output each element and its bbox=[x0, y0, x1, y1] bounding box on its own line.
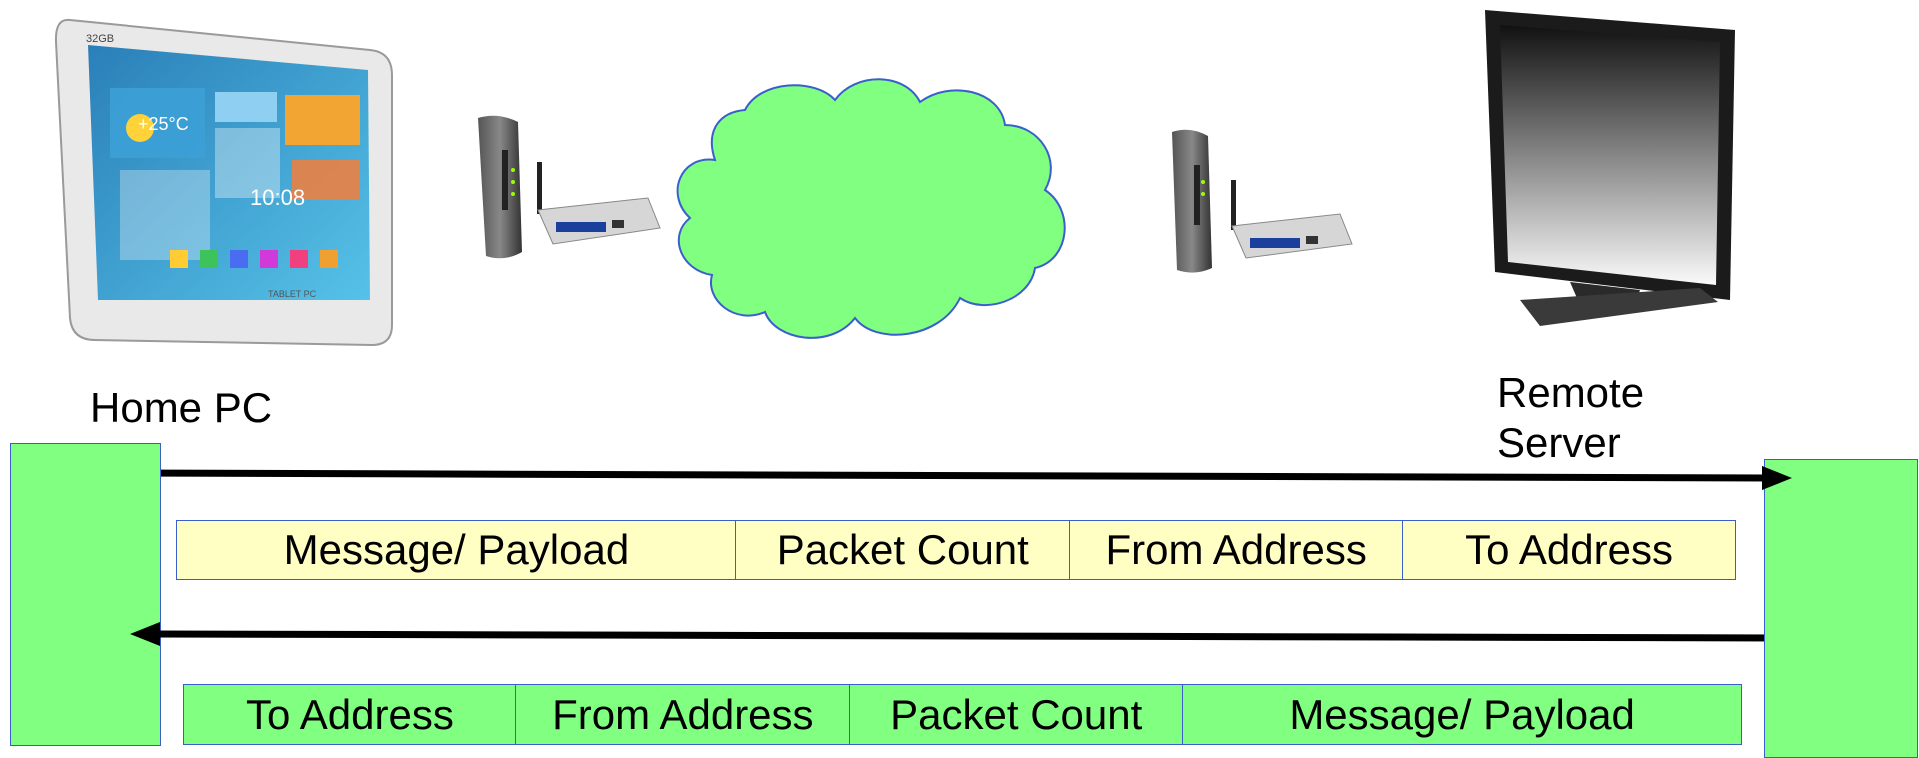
packet-field: From Address bbox=[1068, 520, 1404, 580]
tablet-storage-label: 32GB bbox=[86, 33, 114, 45]
tablet-clock-text: 10:08 bbox=[250, 185, 305, 210]
request-arrow bbox=[114, 466, 1792, 490]
monitor-icon bbox=[1485, 10, 1735, 326]
packet-field: Message/ Payload bbox=[176, 520, 737, 580]
response-packet: To Address From Address Packet Count Mes… bbox=[183, 684, 1742, 745]
packet-field: From Address bbox=[515, 684, 851, 745]
remote-server-label-line1: Remote bbox=[1497, 369, 1645, 416]
remote-server-label-line2: Server bbox=[1497, 419, 1621, 467]
server-endpoint-bar bbox=[1764, 459, 1918, 758]
remote-server-label: Remote Server bbox=[1497, 368, 1644, 469]
tablet-pc-icon: 32GB +25°C 10:08 TABLET PC bbox=[54, 18, 393, 347]
request-packet: Message/ Payload Packet Count From Addre… bbox=[176, 520, 1736, 580]
modem-router-right-icon bbox=[1172, 129, 1353, 273]
tablet-temp-text: +25°C bbox=[138, 114, 189, 134]
packet-field: To Address bbox=[1402, 520, 1736, 580]
modem-router-left-icon bbox=[478, 115, 661, 259]
internet-cloud-icon bbox=[676, 78, 1066, 339]
home-endpoint-bar bbox=[10, 443, 161, 746]
packet-field: Packet Count bbox=[848, 684, 1184, 745]
packet-field: Packet Count bbox=[735, 520, 1071, 580]
home-pc-label: Home PC bbox=[90, 384, 273, 431]
response-arrow bbox=[130, 622, 1782, 646]
packet-field: To Address bbox=[183, 684, 517, 745]
packet-field: Message/ Payload bbox=[1182, 684, 1742, 745]
tablet-brand-text: TABLET PC bbox=[268, 289, 317, 299]
